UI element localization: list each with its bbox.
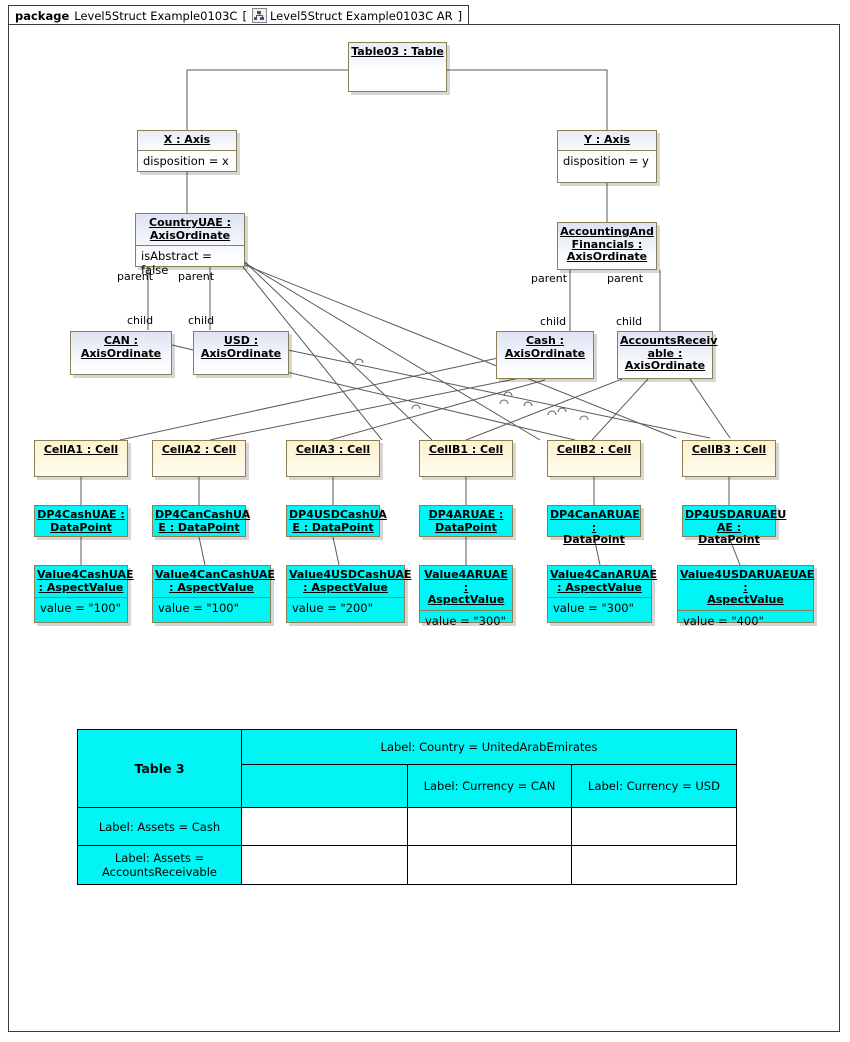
node-aspectvalue-1[interactable]: Value4CashUAE: AspectValue value = "100" — [34, 565, 134, 623]
node-accounting-financials-title: AccountingAnd Financials : AxisOrdinate — [560, 225, 654, 263]
node-cell-a1-title: CellA1 : Cell — [43, 443, 119, 456]
table-row-cash-header: Label: Assets = Cash — [77, 807, 242, 846]
node-cell-b3-title: CellB3 : Cell — [691, 443, 767, 456]
table-corner-title: Table 3 — [77, 729, 242, 808]
node-accounts-receivable-title: AccountsReceiv able : AxisOrdinate — [620, 334, 718, 372]
table-country-header: Label: Country = UnitedArabEmirates — [241, 729, 737, 765]
node-aspectvalue-2-title: Value4CanCashUAE: AspectValue — [155, 568, 275, 594]
node-cell-a3-title: CellA3 : Cell — [295, 443, 371, 456]
node-datapoint-3[interactable]: DP4USDCashUA E : DataPoint — [286, 505, 387, 537]
node-aspectvalue-3-title: Value4USDCashUAE: AspectValue — [289, 568, 412, 594]
node-aspectvalue-6[interactable]: Value4USDARUAEUAE : AspectValue value = "… — [677, 565, 815, 628]
node-datapoint-2[interactable]: DP4CanCashUA E : DataPoint — [152, 505, 251, 537]
node-datapoint-3-title: DP4USDCashUA E : DataPoint — [289, 508, 387, 534]
package-tab: package Level5Struct Example0103C [ Leve… — [8, 5, 470, 25]
node-cell-b1-title: CellB1 : Cell — [428, 443, 504, 456]
node-aspectvalue-2-attr: value = "100" — [158, 601, 239, 615]
node-datapoint-1-title: DP4CashUAE : DataPoint — [37, 508, 125, 534]
node-table03[interactable]: Table03 : Table — [348, 42, 447, 92]
node-can[interactable]: CAN : AxisOrdinate — [70, 331, 172, 375]
node-cell-a2[interactable]: CellA2 : Cell — [152, 440, 246, 477]
node-datapoint-4[interactable]: DP4ARUAE : DataPoint — [419, 505, 513, 537]
node-accounting-financials[interactable]: AccountingAnd Financials : AxisOrdinate — [557, 222, 657, 270]
table-row: Table 3 Label: Country = UnitedArabEmira… — [77, 729, 737, 808]
node-can-title: CAN : AxisOrdinate — [80, 334, 162, 360]
edge-label-child-cash: child — [540, 315, 567, 328]
table-row-ar-line1: Label: Assets = — [114, 851, 205, 865]
node-datapoint-2-title: DP4CanCashUA E : DataPoint — [155, 508, 251, 534]
node-table03-title: Table03 : Table — [351, 45, 444, 58]
node-datapoint-5[interactable]: DP4CanARUAE : DataPoint — [547, 505, 641, 546]
node-aspectvalue-3-attr: value = "200" — [292, 601, 373, 615]
node-datapoint-5-title: DP4CanARUAE : DataPoint — [550, 508, 640, 546]
result-table: Table 3 Label: Country = UnitedArabEmira… — [77, 729, 737, 885]
node-cell-b3[interactable]: CellB3 : Cell — [682, 440, 776, 477]
table-row: Label: Assets = Cash — [77, 807, 737, 846]
node-aspectvalue-1-attr: value = "100" — [40, 601, 121, 615]
node-y-axis[interactable]: Y : Axis disposition = y — [557, 130, 657, 183]
node-x-axis[interactable]: X : Axis disposition = x — [137, 130, 237, 172]
node-cell-b2-title: CellB2 : Cell — [556, 443, 632, 456]
edge-label-child-usd: child — [188, 314, 215, 327]
node-country-uae[interactable]: CountryUAE : AxisOrdinate isAbstract = f… — [135, 213, 245, 277]
node-datapoint-4-title: DP4ARUAE : DataPoint — [428, 508, 504, 534]
node-cell-b2[interactable]: CellB2 : Cell — [547, 440, 641, 477]
table-currency-can-header: Label: Currency = CAN — [407, 764, 572, 808]
table-cell-ar-can — [407, 845, 572, 885]
node-accounts-receivable[interactable]: AccountsReceiv able : AxisOrdinate — [617, 331, 718, 379]
node-y-axis-title: Y : Axis — [584, 133, 630, 146]
node-datapoint-6[interactable]: DP4USDARUAEU AE : DataPoint — [682, 505, 786, 546]
edge-label-parent-usd: parent — [178, 270, 215, 283]
node-cell-a3[interactable]: CellA3 : Cell — [286, 440, 380, 477]
node-cell-b1[interactable]: CellB1 : Cell — [419, 440, 513, 477]
node-usd[interactable]: USD : AxisOrdinate — [193, 331, 289, 375]
edge-label-child-can: child — [127, 314, 154, 327]
node-cash[interactable]: Cash : AxisOrdinate — [496, 331, 594, 379]
table-row-ar-header: Label: Assets = AccountsReceivable — [77, 845, 242, 885]
node-aspectvalue-6-attr: value = "400" — [683, 613, 764, 628]
node-usd-title: USD : AxisOrdinate — [200, 334, 282, 360]
edge-label-parent-cash: parent — [531, 272, 568, 285]
table-row-ar-line2: AccountsReceivable — [102, 865, 217, 879]
diagram-name: Level5Struct Example0103C AR — [269, 8, 453, 23]
tree-diagram-icon — [251, 8, 267, 23]
table-cell-cash-total — [241, 807, 408, 846]
node-aspectvalue-3[interactable]: Value4USDCashUAE: AspectValue value = "2… — [286, 565, 412, 623]
node-aspectvalue-4[interactable]: Value4ARUAE : AspectValue value = "300" — [419, 565, 513, 628]
edge-label-parent-ar: parent — [607, 272, 644, 285]
edge-label-child-ar: child — [616, 315, 643, 328]
node-cell-a1[interactable]: CellA1 : Cell — [34, 440, 128, 477]
node-aspectvalue-2[interactable]: Value4CanCashUAE: AspectValue value = "1… — [152, 565, 275, 623]
table-currency-usd-header: Label: Currency = USD — [571, 764, 737, 808]
node-y-axis-attr: disposition = y — [563, 153, 649, 168]
table-cell-ar-usd — [571, 845, 737, 885]
table-cell-ar-total — [241, 845, 408, 885]
node-x-axis-title: X : Axis — [163, 133, 211, 146]
node-aspectvalue-6-title: Value4USDARUAEUAE : AspectValue — [680, 568, 815, 606]
node-aspectvalue-5-title: Value4CanARUAE: AspectValue — [550, 568, 657, 594]
node-aspectvalue-4-attr: value = "300" — [425, 613, 506, 628]
node-aspectvalue-5-attr: value = "300" — [553, 601, 634, 615]
node-aspectvalue-5[interactable]: Value4CanARUAE: AspectValue value = "300… — [547, 565, 657, 623]
bracket-open: [ — [242, 8, 247, 23]
table-row: Label: Assets = AccountsReceivable — [77, 845, 737, 885]
bracket-close: ] — [457, 8, 463, 23]
package-name: Level5Struct Example0103C — [74, 8, 238, 23]
node-datapoint-1[interactable]: DP4CashUAE : DataPoint — [34, 505, 128, 537]
table-blank-cell — [241, 764, 408, 808]
node-cell-a2-title: CellA2 : Cell — [161, 443, 237, 456]
node-country-uae-title: CountryUAE : AxisOrdinate — [149, 216, 231, 242]
node-datapoint-6-title: DP4USDARUAEU AE : DataPoint — [685, 508, 787, 546]
node-cash-title: Cash : AxisOrdinate — [504, 334, 586, 360]
table-cell-cash-can — [407, 807, 572, 846]
node-x-axis-attr: disposition = x — [143, 153, 229, 168]
table-cell-cash-usd — [571, 807, 737, 846]
edge-label-parent-can: parent — [117, 270, 154, 283]
node-aspectvalue-1-title: Value4CashUAE: AspectValue — [37, 568, 134, 594]
node-aspectvalue-4-title: Value4ARUAE : AspectValue — [424, 568, 508, 606]
package-keyword: package — [15, 8, 70, 23]
